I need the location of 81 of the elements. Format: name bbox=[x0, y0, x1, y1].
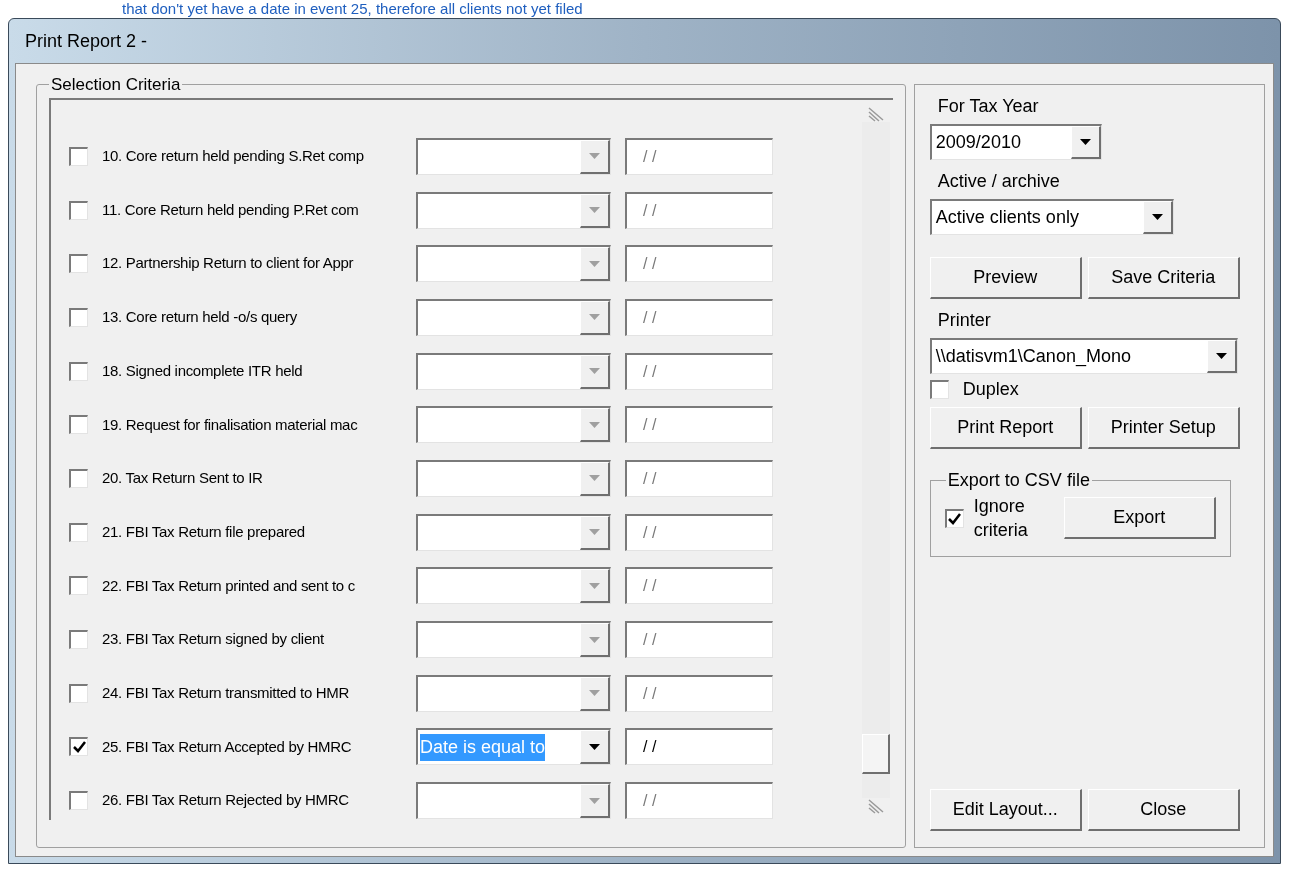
checkbox-label: Duplex bbox=[962, 378, 1019, 401]
date-field[interactable]: / / bbox=[625, 298, 773, 336]
criteria-label: 23. FBI Tax Return signed by client bbox=[102, 629, 325, 650]
caret-icon bbox=[589, 529, 600, 536]
window-title: Print Report 2 - bbox=[25, 29, 148, 53]
date-field[interactable]: / / bbox=[625, 674, 773, 712]
criteria-label: 24. FBI Tax Return transmitted to HMR bbox=[102, 682, 351, 703]
date-field[interactable]: / / bbox=[625, 782, 773, 820]
checkbox-label: Ignore criteria bbox=[973, 495, 1029, 542]
criteria-label: 11. Core Return held pending P.Ret com bbox=[102, 199, 360, 220]
caret-icon bbox=[589, 421, 600, 428]
button[interactable]: Printer Setup bbox=[1087, 407, 1240, 449]
caret-icon bbox=[1151, 214, 1163, 220]
button[interactable]: Print Report bbox=[929, 407, 1082, 449]
scroll-thumb[interactable] bbox=[861, 733, 890, 774]
checkbox[interactable] bbox=[69, 254, 88, 274]
field-label: Printer bbox=[936, 309, 992, 332]
dropdown[interactable]: \\datisvm1\Canon_Mono bbox=[929, 338, 1238, 374]
condition-value: Date is equal to bbox=[420, 733, 546, 761]
caret-icon bbox=[1215, 353, 1227, 359]
checkbox[interactable] bbox=[944, 508, 964, 528]
date-field[interactable]: / / bbox=[625, 621, 773, 659]
checkbox[interactable] bbox=[69, 683, 88, 703]
checkbox[interactable] bbox=[69, 737, 88, 757]
checkbox[interactable] bbox=[69, 146, 88, 166]
caret-icon bbox=[589, 743, 600, 750]
group-title: Selection Criteria bbox=[50, 74, 182, 96]
date-field[interactable]: / / bbox=[625, 728, 773, 766]
caret-icon bbox=[589, 690, 600, 697]
criteria-label: 20. Tax Return Sent to IR bbox=[102, 468, 264, 489]
criteria-label: 26. FBI Tax Return Rejected by HMRC bbox=[102, 790, 350, 811]
caret-icon bbox=[589, 797, 600, 804]
criteria-label: 13. Core return held -o/s query bbox=[102, 307, 298, 328]
criteria-label: 10. Core return held pending S.Ret comp bbox=[102, 146, 365, 167]
caret-icon bbox=[1079, 139, 1091, 145]
condition-dropdown[interactable]: Date is equal to bbox=[416, 728, 611, 766]
checkbox[interactable] bbox=[69, 522, 88, 542]
caption-text: that don't yet have a date in event 25, therefore all clients not yet filed bbox=[121, 0, 584, 18]
caret-icon bbox=[589, 207, 600, 214]
date-field[interactable]: / / bbox=[625, 406, 773, 444]
button[interactable]: Export bbox=[1063, 497, 1216, 539]
checkbox[interactable] bbox=[69, 361, 88, 381]
dropdown[interactable]: 2009/2010 bbox=[929, 124, 1102, 160]
caret-icon bbox=[589, 314, 600, 321]
caret-icon bbox=[589, 260, 600, 267]
checkbox[interactable] bbox=[69, 791, 88, 811]
criteria-label: 18. Signed incomplete ITR held bbox=[102, 360, 304, 381]
button[interactable]: Edit Layout... bbox=[929, 789, 1082, 831]
criteria-label: 25. FBI Tax Return Accepted by HMRC bbox=[102, 736, 353, 757]
criteria-label: 12. Partnership Return to client for Appr bbox=[102, 253, 355, 274]
caret-icon bbox=[589, 153, 600, 160]
caret-icon bbox=[589, 368, 600, 375]
criteria-label: 21. FBI Tax Return file prepared bbox=[102, 521, 306, 542]
criteria-label: 19. Request for finalisation material mac bbox=[102, 414, 359, 435]
checkbox[interactable] bbox=[69, 630, 88, 650]
date-field[interactable]: / / bbox=[625, 245, 773, 283]
checkbox[interactable] bbox=[69, 576, 88, 596]
checkbox[interactable] bbox=[929, 380, 949, 399]
checkbox[interactable] bbox=[69, 307, 88, 327]
dropdown[interactable]: Active clients only bbox=[929, 199, 1174, 235]
field-label: For Tax Year bbox=[936, 95, 1040, 118]
button[interactable]: Close bbox=[1087, 789, 1240, 831]
caret-icon bbox=[589, 636, 600, 643]
button[interactable]: Save Criteria bbox=[1087, 257, 1240, 299]
date-field[interactable]: / / bbox=[625, 352, 773, 390]
checkbox[interactable] bbox=[69, 415, 88, 435]
checkbox[interactable] bbox=[69, 468, 88, 488]
grip-icon bbox=[866, 797, 885, 814]
grip-icon bbox=[866, 105, 885, 122]
group-title: Export to CSV file bbox=[946, 469, 1091, 492]
caret-icon bbox=[589, 582, 600, 589]
caret-icon bbox=[589, 475, 600, 482]
field-label: Active / archive bbox=[936, 170, 1061, 193]
date-field[interactable]: / / bbox=[625, 137, 773, 175]
date-field[interactable]: / / bbox=[625, 191, 773, 229]
date-field[interactable]: / / bbox=[625, 513, 773, 551]
checkbox[interactable] bbox=[69, 200, 88, 220]
button[interactable]: Preview bbox=[929, 257, 1082, 299]
date-field[interactable]: / / bbox=[625, 459, 773, 497]
date-field[interactable]: / / bbox=[625, 567, 773, 605]
criteria-label: 22. FBI Tax Return printed and sent to c bbox=[102, 575, 356, 596]
